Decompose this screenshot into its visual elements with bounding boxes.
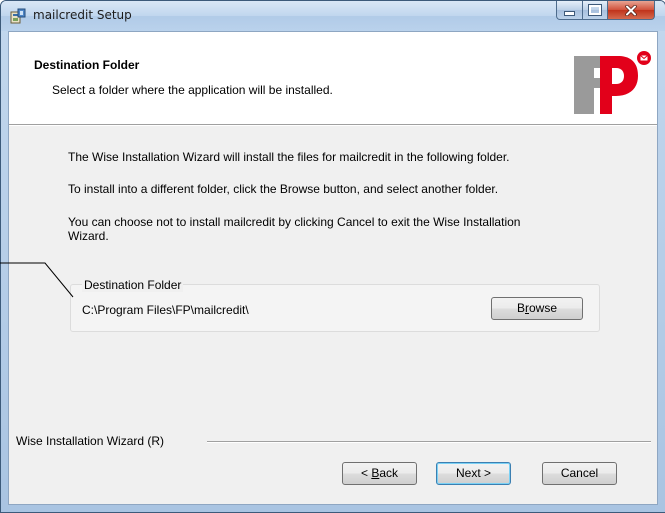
info-paragraph-1: The Wise Installation Wizard will instal… [68,150,510,164]
minimize-icon [564,10,575,16]
header-separator [9,124,657,126]
footer-separator [207,441,651,443]
installer-icon [10,8,26,24]
dialog-client: Destination Folder Select a folder where… [8,31,658,505]
browse-label-part: B [516,301,525,315]
back-label-prefix: < [360,466,372,480]
wizard-brand-label: Wise Installation Wizard (R) [16,434,165,448]
setup-window: mailcredit Setup Destination Folder Sele… [0,0,665,513]
minimize-button[interactable] [556,1,583,20]
info-paragraph-2: To install into a different folder, clic… [68,182,499,196]
destination-path: C:\Program Files\FP\mailcredit\ [82,303,249,317]
window-title: mailcredit Setup [33,8,132,22]
maximize-icon [588,4,602,16]
info-paragraph-3-line-1: You can choose not to install mailcredit… [68,215,521,229]
browse-label-rest: owse [529,301,558,315]
back-label-rest: ack [379,466,399,480]
close-icon [625,4,637,16]
back-button[interactable]: < Back [342,462,417,485]
browse-button[interactable]: Browse [491,297,583,320]
next-button[interactable]: Next > [436,462,511,485]
header-panel: Destination Folder Select a folder where… [9,32,657,124]
fp-logo-icon [574,51,651,114]
page-subtitle: Select a folder where the application wi… [52,83,333,97]
destination-group-label: Destination Folder [82,278,184,292]
close-button[interactable] [607,1,655,20]
title-bar[interactable]: mailcredit Setup [1,1,665,31]
info-paragraph-3-line-2: Wizard. [68,229,109,243]
cancel-button[interactable]: Cancel [542,462,617,485]
page-title: Destination Folder [34,58,140,72]
maximize-button[interactable] [582,1,608,20]
